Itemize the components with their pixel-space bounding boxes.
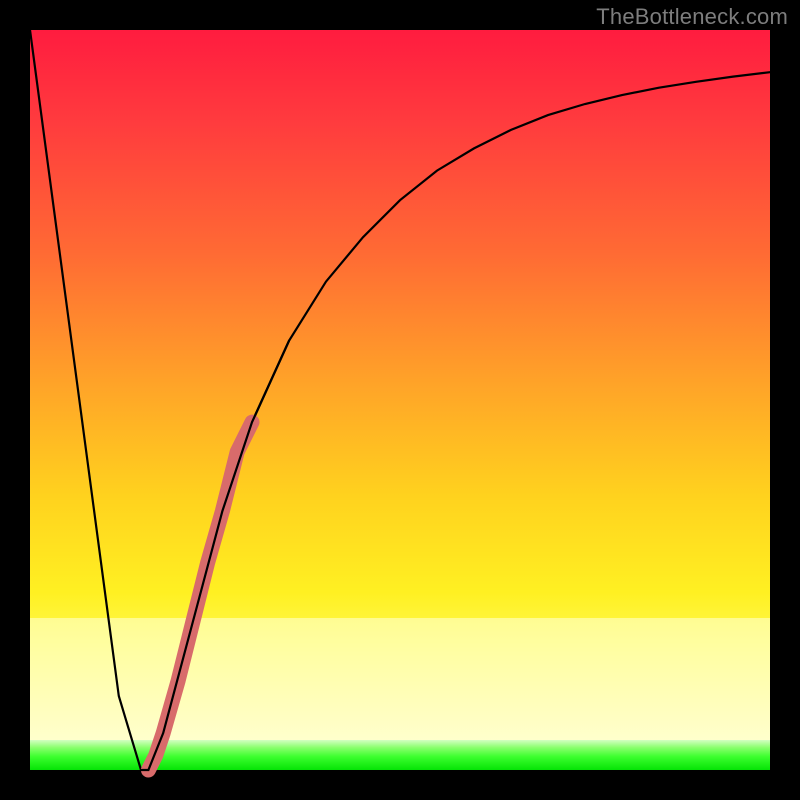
chart-svg [0,0,800,800]
chart-stage: TheBottleneck.com [0,0,800,800]
green-zone-band [30,740,770,770]
watermark-text: TheBottleneck.com [596,4,788,30]
plot-area [30,30,770,770]
yellow-highlight-band [30,618,770,740]
